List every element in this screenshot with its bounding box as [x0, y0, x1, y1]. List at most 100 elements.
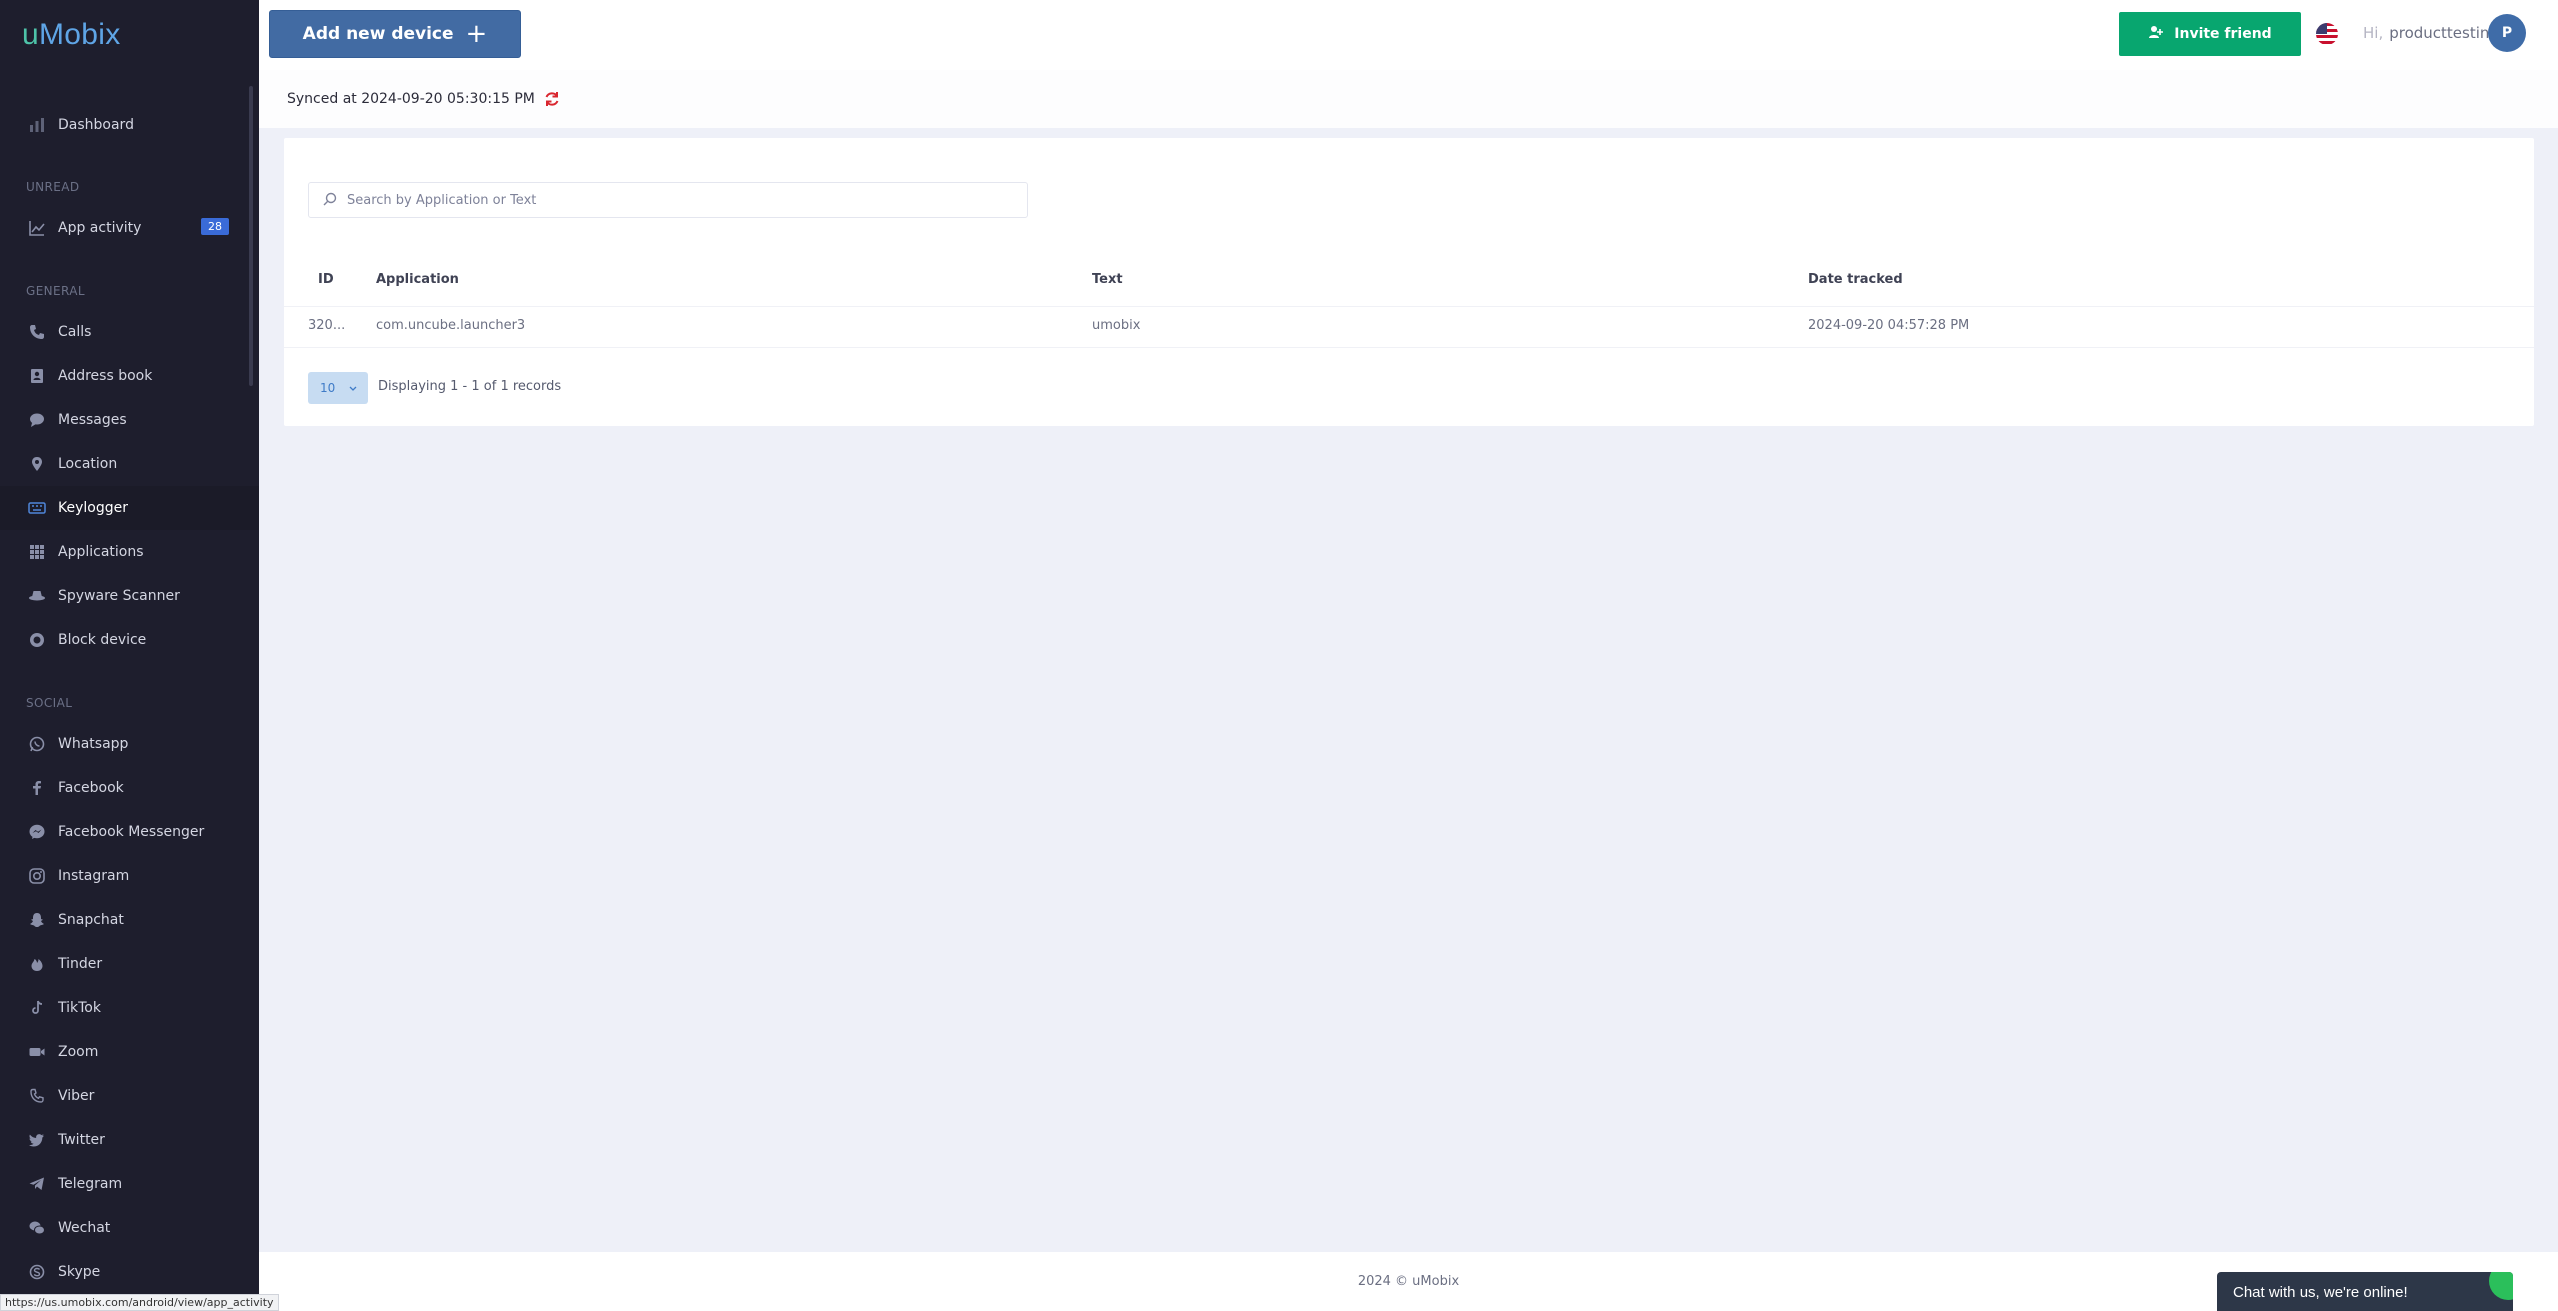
page-size-value: 10 — [320, 381, 336, 395]
sidebar-item-label: Whatsapp — [58, 736, 129, 752]
sidebar-item-label: Wechat — [58, 1220, 111, 1236]
username: producttesting — [2389, 24, 2499, 42]
user-greeting[interactable]: Hi, producttesting — [2363, 24, 2499, 42]
tiktok-icon — [28, 999, 46, 1017]
snapchat-icon — [28, 911, 46, 929]
phone-icon — [28, 323, 46, 341]
sidebar-item-messages[interactable]: Messages — [0, 398, 259, 442]
refresh-icon[interactable] — [543, 90, 561, 108]
table-row[interactable] — [284, 306, 2534, 348]
add-user-icon — [2148, 24, 2164, 44]
facebook-icon — [28, 779, 46, 797]
search-icon — [323, 191, 337, 210]
sidebar-item-instagram[interactable]: Instagram — [0, 854, 259, 898]
keyboard-icon — [28, 499, 46, 517]
sidebar-item-facebook[interactable]: Facebook — [0, 766, 259, 810]
sidebar-item-label: Applications — [58, 544, 144, 560]
sidebar-item-label: Messages — [58, 412, 127, 428]
sidebar-item-keylogger[interactable]: Keylogger — [0, 486, 259, 530]
block-icon — [28, 631, 46, 649]
wechat-icon — [28, 1219, 46, 1237]
sidebar-item-calls[interactable]: Calls — [0, 310, 259, 354]
sidebar-item-label: Zoom — [58, 1044, 99, 1060]
sidebar-item-address-book[interactable]: Address book — [0, 354, 259, 398]
viber-icon — [28, 1087, 46, 1105]
online-indicator-icon — [2489, 1272, 2513, 1300]
sidebar-item-tiktok[interactable]: TikTok — [0, 986, 259, 1030]
contact-book-icon — [28, 367, 46, 385]
sidebar-item-zoom[interactable]: Zoom — [0, 1030, 259, 1074]
sync-bar: Synced at 2024-09-20 05:30:15 PM — [259, 70, 2558, 128]
sidebar-item-skype[interactable]: Skype — [0, 1250, 259, 1294]
sidebar-item-label: Telegram — [58, 1176, 123, 1192]
sidebar-item-whatsapp[interactable]: Whatsapp — [0, 722, 259, 766]
sidebar-item-label: Address book — [58, 368, 153, 384]
section-social: SOCIAL — [26, 696, 73, 710]
sidebar-item-applications[interactable]: Applications — [0, 530, 259, 574]
grid-icon — [28, 543, 46, 561]
column-header-id[interactable]: ID — [318, 272, 334, 287]
sidebar-item-label: App activity — [58, 220, 142, 236]
section-unread: UNREAD — [26, 180, 80, 194]
sidebar-item-label: Location — [58, 456, 118, 472]
sidebar-item-label: Calls — [58, 324, 92, 340]
sidebar-item-viber[interactable]: Viber — [0, 1074, 259, 1118]
cell-date-tracked: 2024-09-20 04:57:28 PM — [1808, 318, 1970, 333]
column-header-text[interactable]: Text — [1092, 272, 1123, 287]
cell-text: umobix — [1092, 318, 1141, 333]
sidebar: uMobix Dashboard UNREAD App activity 28 … — [0, 0, 259, 1311]
sidebar-item-label: Twitter — [58, 1132, 105, 1148]
pagination-info: Displaying 1 - 1 of 1 records — [378, 379, 562, 394]
cell-id: 320... — [308, 318, 346, 333]
sync-status: Synced at 2024-09-20 05:30:15 PM — [287, 90, 561, 108]
cell-application: com.uncube.launcher3 — [376, 318, 526, 333]
sidebar-item-wechat[interactable]: Wechat — [0, 1206, 259, 1250]
sidebar-item-block-device[interactable]: Block device — [0, 618, 259, 662]
sidebar-item-location[interactable]: Location — [0, 442, 259, 486]
messenger-icon — [28, 823, 46, 841]
column-header-date-tracked[interactable]: Date tracked — [1808, 272, 1903, 287]
invite-friend-button[interactable]: Invite friend — [2119, 12, 2301, 56]
instagram-icon — [28, 867, 46, 885]
umobix-logo[interactable]: uMobix — [22, 18, 121, 52]
logo-u: u — [22, 18, 39, 51]
top-header: Add new device + Invite friend Hi, produc… — [259, 0, 2558, 70]
column-header-application[interactable]: Application — [376, 272, 459, 287]
spy-hat-icon — [28, 587, 46, 605]
sidebar-item-label: Block device — [58, 632, 147, 648]
whatsapp-icon — [28, 735, 46, 753]
unread-count-badge: 28 — [201, 218, 229, 235]
us-flag-icon[interactable] — [2316, 23, 2338, 45]
sidebar-item-snapchat[interactable]: Snapchat — [0, 898, 259, 942]
tinder-icon — [28, 955, 46, 973]
search-input[interactable] — [347, 192, 1007, 208]
sidebar-item-app-activity[interactable]: App activity 28 — [0, 206, 259, 250]
sidebar-item-label: Facebook Messenger — [58, 824, 205, 840]
sidebar-item-spyware-scanner[interactable]: Spyware Scanner — [0, 574, 259, 618]
sidebar-item-tinder[interactable]: Tinder — [0, 942, 259, 986]
sidebar-item-label: TikTok — [58, 1000, 101, 1016]
sidebar-item-label: Facebook — [58, 780, 124, 796]
sidebar-item-label: Keylogger — [58, 500, 128, 516]
telegram-icon — [28, 1175, 46, 1193]
keylogger-card: ID Application Text Date tracked 320... … — [284, 138, 2534, 426]
browser-status-url: https://us.umobix.com/android/view/app_a… — [0, 1294, 279, 1311]
sidebar-item-label: Instagram — [58, 868, 130, 884]
sidebar-item-twitter[interactable]: Twitter — [0, 1118, 259, 1162]
sidebar-item-label: Viber — [58, 1088, 95, 1104]
add-new-device-button[interactable]: Add new device + — [269, 10, 521, 58]
sidebar-item-facebook-messenger[interactable]: Facebook Messenger — [0, 810, 259, 854]
dashboard-icon — [28, 116, 46, 134]
chat-label: Chat with us, we're online! — [2233, 1284, 2408, 1301]
search-box — [308, 182, 1028, 218]
sidebar-item-dashboard[interactable]: Dashboard — [0, 103, 259, 147]
chat-widget[interactable]: Chat with us, we're online! — [2217, 1272, 2513, 1311]
page-size-select[interactable]: 10 — [308, 372, 368, 404]
skype-icon — [28, 1263, 46, 1281]
sidebar-item-label: Spyware Scanner — [58, 588, 180, 604]
sidebar-item-telegram[interactable]: Telegram — [0, 1162, 259, 1206]
bar-chart-icon — [28, 219, 46, 237]
chat-bubble-icon — [28, 411, 46, 429]
sidebar-item-label: Snapchat — [58, 912, 124, 928]
avatar[interactable]: P — [2488, 14, 2526, 52]
